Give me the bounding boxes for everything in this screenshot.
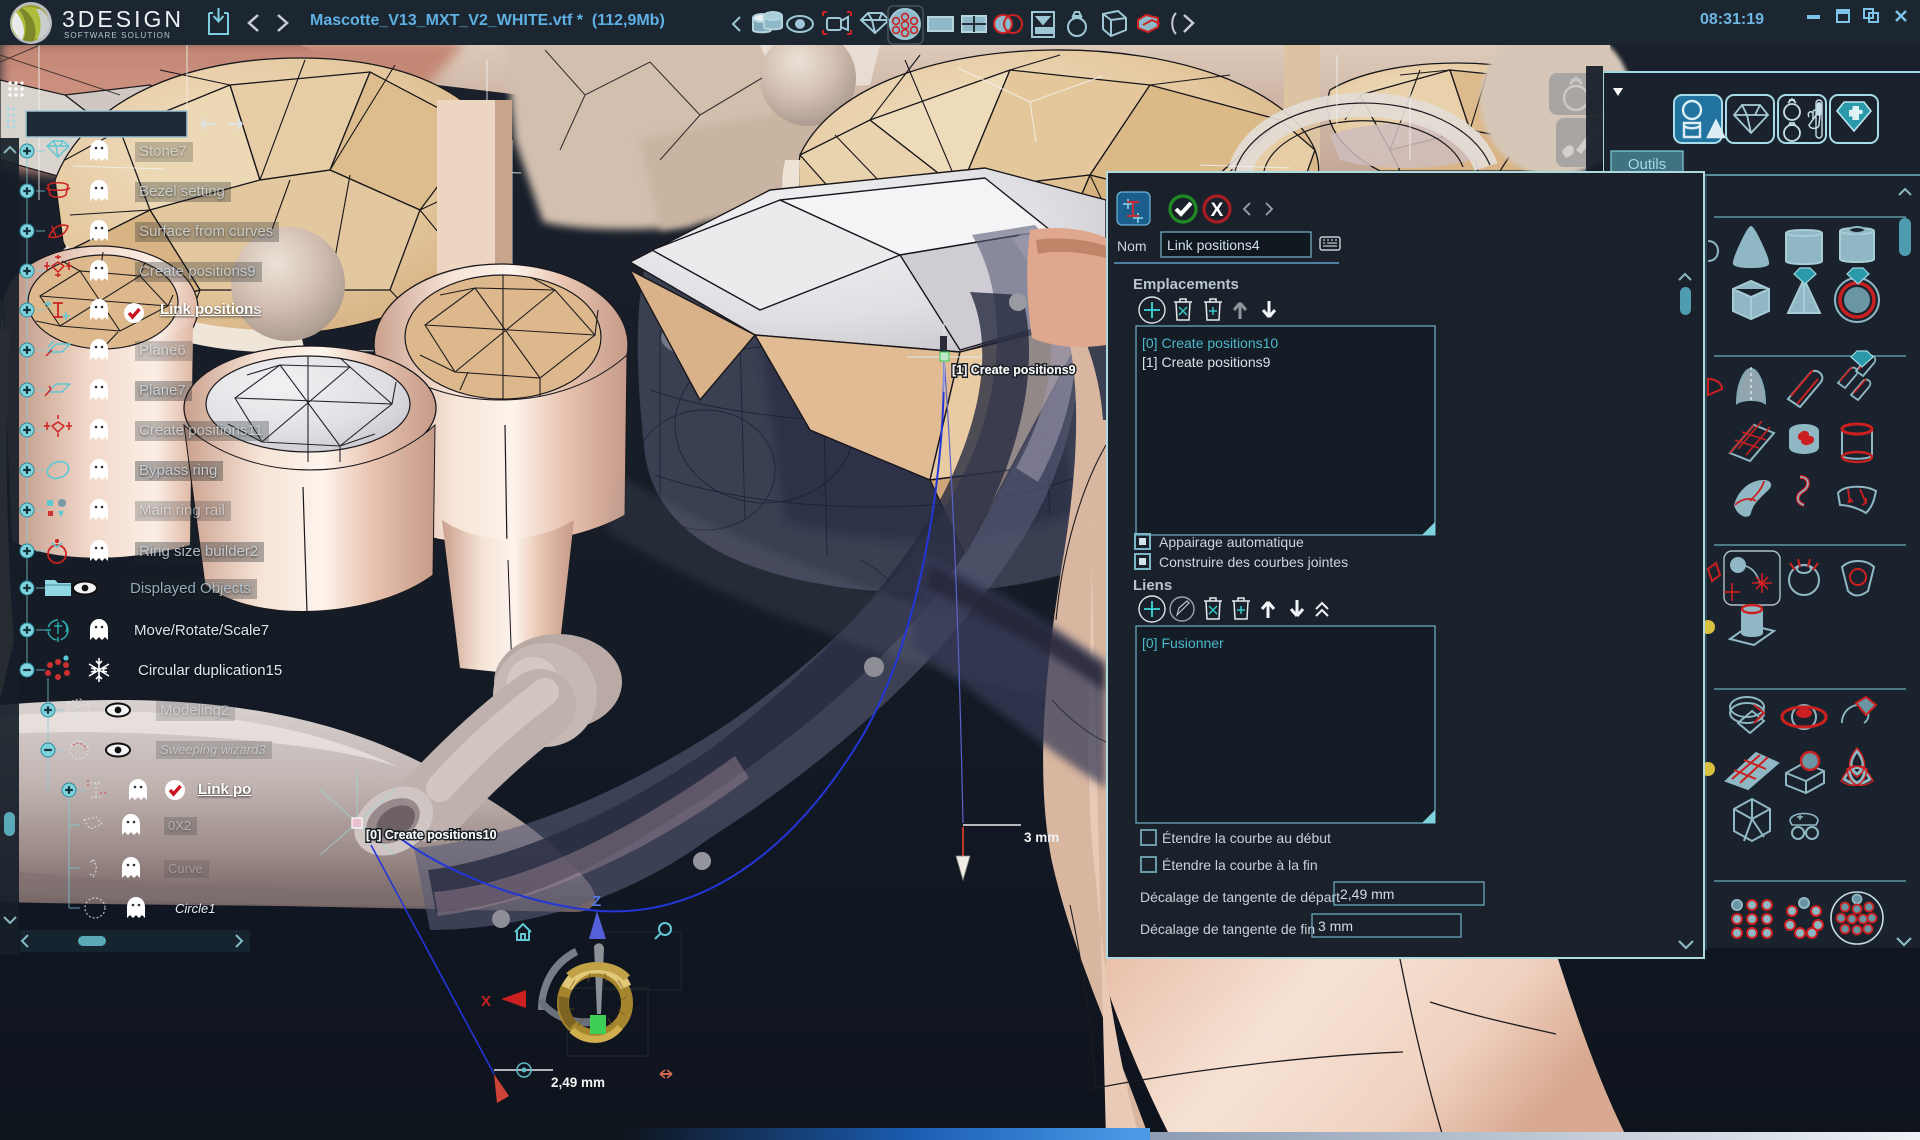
svg-text:Étendre la courbe à la fin: Étendre la courbe à la fin [1162,857,1318,873]
svg-text:Décalage de tangente de fin: Décalage de tangente de fin [1140,921,1315,937]
svg-text:Étendre la courbe au début: Étendre la courbe au début [1162,830,1331,846]
svg-text:3 mm: 3 mm [1318,918,1353,934]
svg-text:Link positions4: Link positions4 [1167,237,1260,253]
svg-text:[1] Create positions9: [1] Create positions9 [952,363,1076,377]
svg-text:Construire des courbes jointes: Construire des courbes jointes [1159,554,1348,570]
svg-text:X: X [1211,200,1224,221]
svg-text:Emplacements: Emplacements [1133,276,1239,293]
svg-text:[1] Create positions9: [1] Create positions9 [1142,354,1271,370]
svg-text:Décalage de tangente de départ: Décalage de tangente de départ [1140,889,1340,905]
svg-text:[0] Create positions10: [0] Create positions10 [1142,335,1278,351]
svg-text:Nom: Nom [1117,238,1147,254]
svg-text:2,49 mm: 2,49 mm [1340,886,1394,902]
svg-text:08:31:19: 08:31:19 [1700,11,1764,28]
svg-text:Liens: Liens [1133,577,1172,594]
svg-text:3 mm: 3 mm [1024,830,1059,845]
svg-text:Z: Z [592,893,601,910]
svg-text:Appairage automatique: Appairage automatique [1159,534,1304,550]
svg-text:[0] Fusionner: [0] Fusionner [1142,635,1224,651]
